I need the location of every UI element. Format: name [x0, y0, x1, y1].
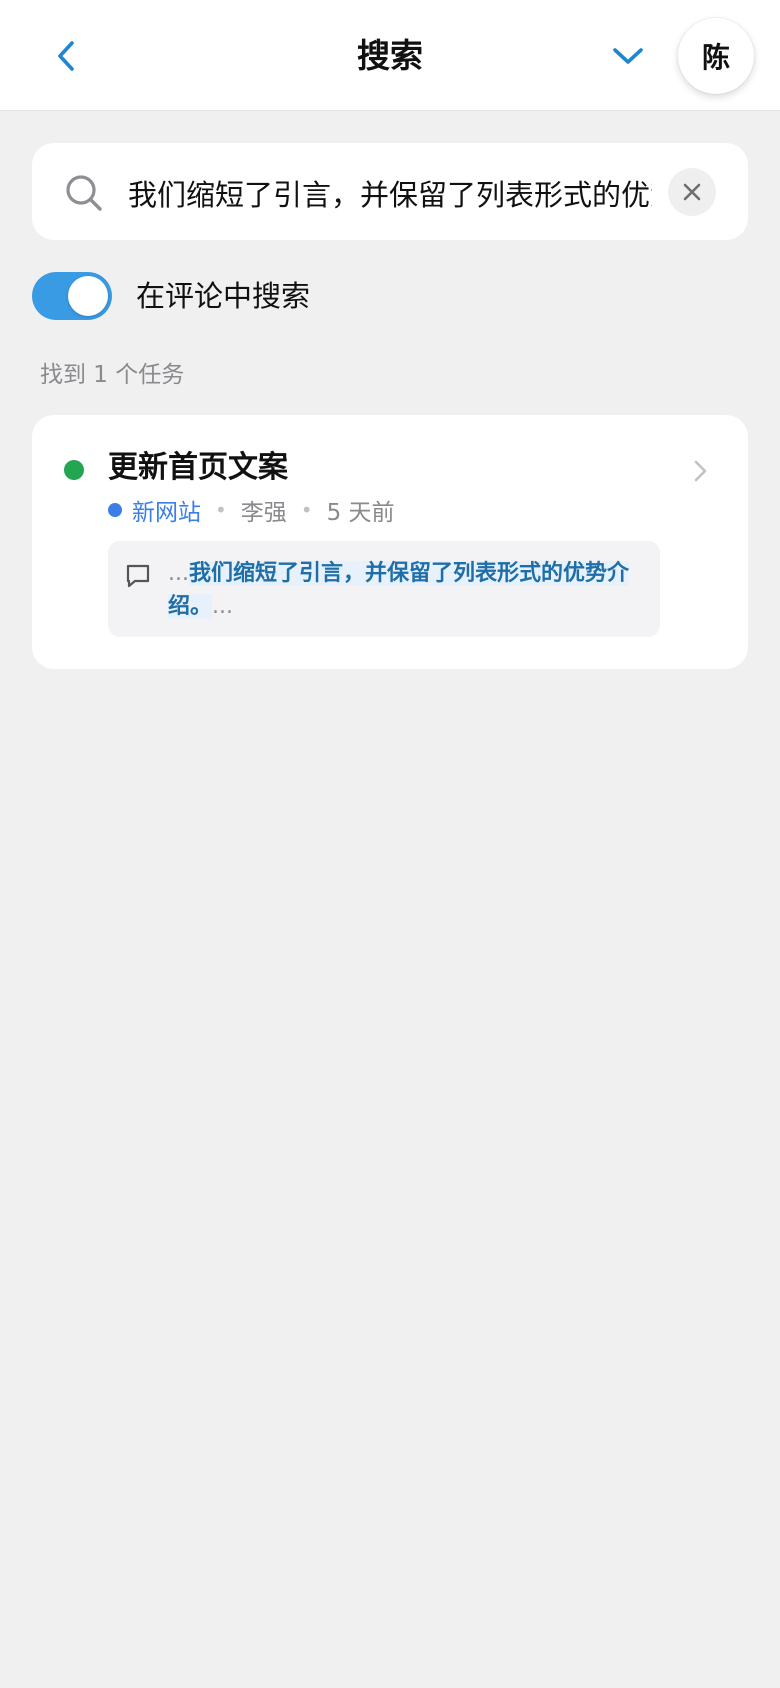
search-in-comments-toggle[interactable] — [32, 272, 112, 320]
meta-separator: • — [215, 498, 227, 522]
comment-suffix: ... — [212, 594, 233, 619]
top-bar — [0, 0, 780, 111]
task-title: 更新首页文案 — [108, 450, 288, 485]
project-color-dot — [108, 503, 122, 517]
comment-snippet-text: ...我们缩短了引言，并保留了列表形式的优势介绍。... — [168, 557, 648, 623]
task-assignee: 李强 — [240, 500, 287, 526]
comment-prefix: ... — [168, 561, 189, 586]
result-count: 找到 1 个任务 — [40, 362, 185, 388]
comment-icon — [126, 564, 150, 588]
search-input[interactable] — [128, 165, 652, 221]
avatar-initial: 陈 — [701, 41, 730, 74]
clear-search-button[interactable] — [668, 168, 716, 216]
comment-match-highlight: 我们缩短了引言，并保留了列表形式的优势介绍。 — [168, 561, 629, 619]
chevron-down-icon — [613, 48, 643, 64]
toggle-knob — [68, 276, 108, 316]
avatar[interactable]: 陈 — [678, 18, 754, 94]
chevron-right-icon — [694, 460, 707, 482]
task-meta: 新网站 • 李强 • 5 天前 — [108, 492, 395, 528]
search-in-comments-label: 在评论中搜索 — [136, 279, 311, 313]
meta-separator: • — [300, 498, 313, 522]
dropdown-button[interactable] — [602, 30, 654, 82]
task-time: 5 天前 — [326, 500, 395, 526]
task-project[interactable]: 新网站 — [132, 493, 201, 527]
task-status-dot — [64, 460, 84, 480]
back-button[interactable] — [40, 30, 92, 82]
search-icon — [66, 175, 102, 211]
close-icon — [683, 183, 701, 201]
chevron-left-icon — [58, 41, 74, 71]
